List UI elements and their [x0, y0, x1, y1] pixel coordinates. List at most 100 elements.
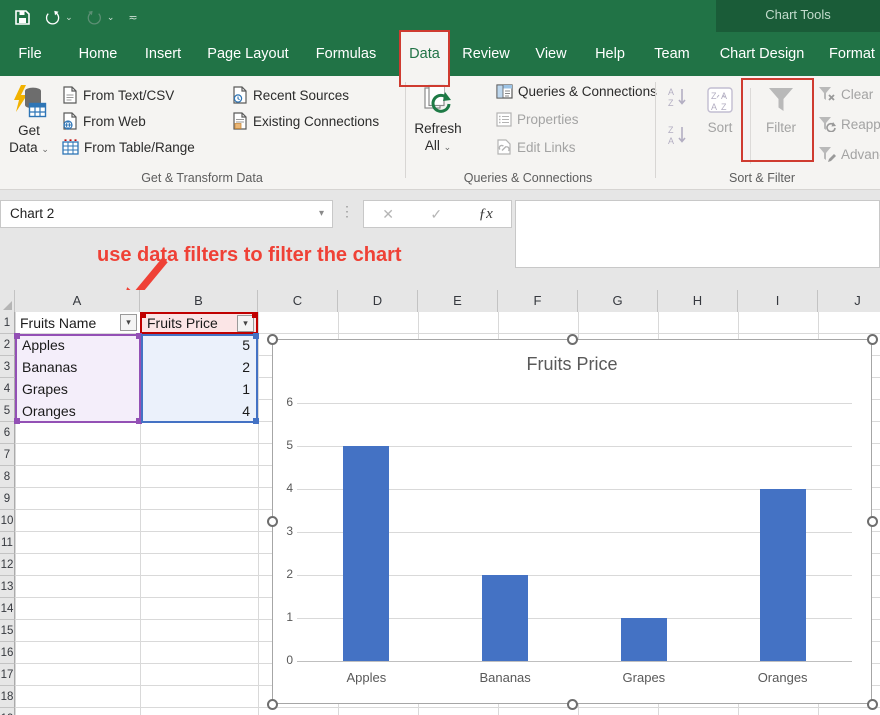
tab-insert[interactable]: Insert — [145, 32, 181, 76]
cell-A1[interactable]: Fruits Name ▾ — [15, 312, 140, 334]
tab-view[interactable]: View — [535, 32, 566, 76]
cell-B5[interactable]: 4 — [143, 400, 255, 422]
tab-file[interactable]: File — [18, 32, 41, 76]
range-handle[interactable] — [252, 312, 258, 318]
cell-A5[interactable]: Oranges — [17, 400, 137, 422]
cell-B3[interactable]: 2 — [143, 356, 255, 378]
name-box-dropdown-icon[interactable]: ▾ — [319, 201, 324, 227]
row-header-6[interactable]: 6 — [0, 422, 15, 444]
range-handle[interactable] — [140, 312, 146, 318]
chart-resize-handle[interactable] — [267, 334, 278, 345]
chart-bar-grapes[interactable] — [621, 618, 667, 661]
refresh-all-button[interactable]: Refresh All ⌄ — [410, 82, 466, 156]
row-header-4[interactable]: 4 — [0, 378, 15, 400]
queries-connections-icon — [496, 84, 513, 99]
row-header-15[interactable]: 15 — [0, 620, 15, 642]
cell-A2[interactable]: Apples — [17, 334, 137, 356]
formula-input[interactable] — [515, 200, 880, 268]
undo-icon[interactable]: ⭯ — [45, 9, 60, 26]
row-header-16[interactable]: 16 — [0, 642, 15, 664]
tab-help[interactable]: Help — [595, 32, 625, 76]
row-header-2[interactable]: 2 — [0, 334, 15, 356]
svg-text:A: A — [668, 87, 674, 97]
fruits-name-filter-dropdown[interactable]: ▾ — [120, 314, 137, 331]
chart-resize-handle[interactable] — [267, 699, 278, 710]
chart-bar-apples[interactable] — [343, 446, 389, 661]
cell-A4[interactable]: Grapes — [17, 378, 137, 400]
save-icon[interactable] — [14, 9, 31, 26]
chart-resize-handle[interactable] — [867, 516, 878, 527]
column-header-C[interactable]: C — [258, 290, 338, 312]
column-header-J[interactable]: J — [818, 290, 880, 312]
customize-quick-access-icon[interactable]: ≂ — [128, 11, 137, 24]
chart-y-tick-label: 3 — [273, 524, 293, 538]
chart-resize-handle[interactable] — [567, 699, 578, 710]
column-header-E[interactable]: E — [418, 290, 498, 312]
from-web-icon — [62, 112, 78, 130]
name-box[interactable]: Chart 2 ▾ — [0, 200, 333, 228]
cell-A1-value: Fruits Name — [20, 315, 96, 331]
chart-gridline — [297, 403, 852, 404]
redo-icon: ⭮ — [87, 9, 102, 26]
column-header-D[interactable]: D — [338, 290, 418, 312]
row-header-5[interactable]: 5 — [0, 400, 15, 422]
row-header-8[interactable]: 8 — [0, 466, 15, 488]
chart-gridline — [297, 661, 852, 662]
get-data-button[interactable]: Get Data ⌄ — [4, 82, 54, 158]
cell-B1[interactable]: Fruits Price ▾ — [140, 312, 258, 334]
chart-resize-handle[interactable] — [867, 334, 878, 345]
select-all-corner[interactable] — [0, 290, 15, 312]
tab-data[interactable]: Data — [399, 32, 450, 76]
column-header-F[interactable]: F — [498, 290, 578, 312]
from-web-button[interactable]: From Web — [62, 112, 146, 130]
recent-sources-button[interactable]: Recent Sources — [232, 86, 349, 104]
row-header-9[interactable]: 9 — [0, 488, 15, 510]
svg-text:Z: Z — [721, 102, 727, 112]
from-text-csv-button[interactable]: From Text/CSV — [62, 86, 174, 104]
tab-home[interactable]: Home — [79, 32, 118, 76]
undo-dropdown-icon[interactable]: ⌄ — [65, 12, 73, 23]
tab-team[interactable]: Team — [654, 32, 689, 76]
cell-B2[interactable]: 5 — [143, 334, 255, 356]
embedded-bar-chart[interactable]: Fruits Price 6543210ApplesBananasGrapesO… — [272, 339, 872, 704]
queries-connections-button[interactable]: Queries & Connections — [496, 84, 657, 99]
chart-resize-handle[interactable] — [567, 334, 578, 345]
existing-connections-button[interactable]: Existing Connections — [232, 112, 379, 130]
spreadsheet-grid[interactable]: ABCDEFGHIJ 12345678910111213141516171819… — [0, 290, 880, 715]
chart-bar-bananas[interactable] — [482, 575, 528, 661]
row-header-11[interactable]: 11 — [0, 532, 15, 554]
tab-chart-design[interactable]: Chart Design — [720, 32, 805, 76]
row-header-14[interactable]: 14 — [0, 598, 15, 620]
row-header-13[interactable]: 13 — [0, 576, 15, 598]
row-header-10[interactable]: 10 — [0, 510, 15, 532]
from-table-range-button[interactable]: From Table/Range — [62, 139, 195, 155]
formula-bar-grip-icon[interactable]: ⋮ — [340, 203, 354, 220]
column-header-I[interactable]: I — [738, 290, 818, 312]
gridline — [15, 707, 880, 708]
tab-page-layout[interactable]: Page Layout — [207, 32, 288, 76]
row-header-19[interactable]: 19 — [0, 708, 15, 715]
row-header-18[interactable]: 18 — [0, 686, 15, 708]
tab-formulas[interactable]: Formulas — [316, 32, 376, 76]
row-header-7[interactable]: 7 — [0, 444, 15, 466]
column-header-H[interactable]: H — [658, 290, 738, 312]
column-header-B[interactable]: B — [140, 290, 258, 312]
cell-B4[interactable]: 1 — [143, 378, 255, 400]
row-header-17[interactable]: 17 — [0, 664, 15, 686]
chart-resize-handle[interactable] — [267, 516, 278, 527]
tab-review[interactable]: Review — [462, 32, 510, 76]
quick-access-toolbar: ⭯ ⌄ ⭮ ⌄ ≂ — [14, 4, 138, 30]
chart-bar-oranges[interactable] — [760, 489, 806, 661]
row-header-1[interactable]: 1 — [0, 312, 15, 334]
column-header-row: ABCDEFGHIJ — [0, 290, 880, 312]
tab-format[interactable]: Format — [829, 32, 875, 76]
chart-x-label: Grapes — [623, 670, 666, 685]
chart-resize-handle[interactable] — [867, 699, 878, 710]
row-header-12[interactable]: 12 — [0, 554, 15, 576]
chart-title[interactable]: Fruits Price — [273, 354, 871, 375]
column-header-A[interactable]: A — [15, 290, 140, 312]
insert-function-icon[interactable]: ƒx — [479, 206, 493, 223]
column-header-G[interactable]: G — [578, 290, 658, 312]
row-header-3[interactable]: 3 — [0, 356, 15, 378]
cell-A3[interactable]: Bananas — [17, 356, 137, 378]
